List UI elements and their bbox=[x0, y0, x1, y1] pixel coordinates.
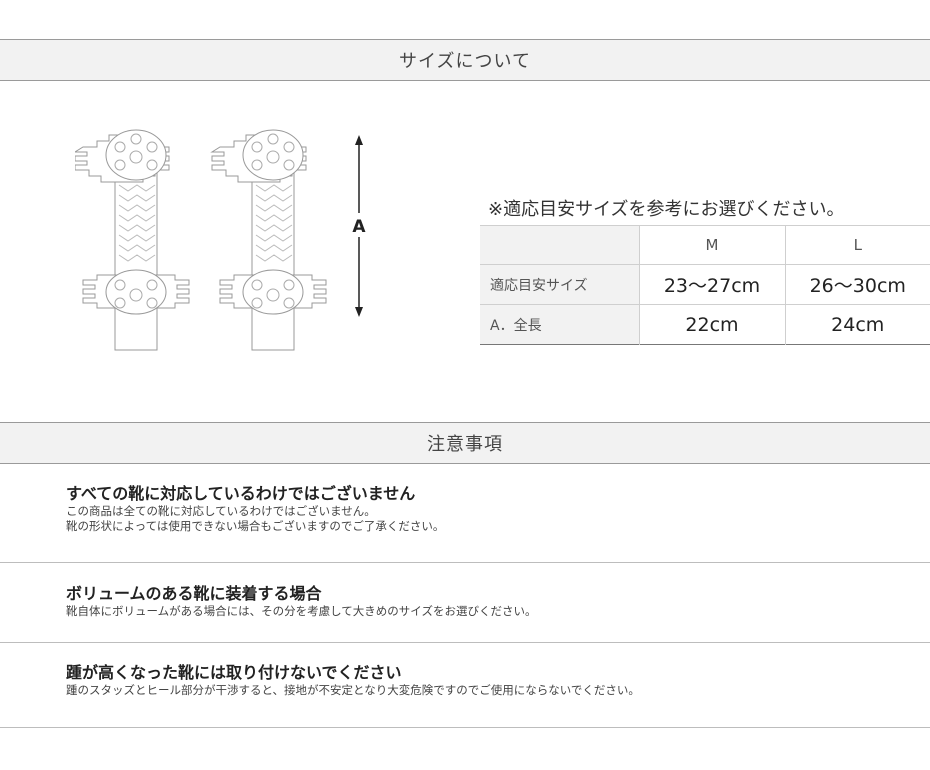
row-label-fit-size: 適応目安サイズ bbox=[480, 264, 639, 305]
note-heading: すべての靴に対応しているわけではございません bbox=[66, 484, 416, 503]
note-item: 踵が高くなった靴には取り付けないでください 踵のスタッズとヒール部分が干渉すると… bbox=[66, 663, 926, 698]
size-section-header: サイズについて bbox=[0, 39, 930, 81]
dimension-label: A bbox=[352, 217, 366, 237]
divider bbox=[0, 727, 930, 728]
size-table-title: ※適応目安サイズを参考にお選びください。 bbox=[488, 199, 845, 220]
length-m: 22cm bbox=[638, 304, 785, 345]
row-label-length: A．全長 bbox=[480, 304, 639, 345]
fit-size-l: 26〜30cm bbox=[784, 264, 930, 305]
note-text: 靴自体にボリュームがある場合には、その分を考慮して大きめのサイズをお選びください… bbox=[66, 604, 537, 618]
note-text: 靴の形状によっては使用できない場合もございますのでご了承ください。 bbox=[66, 519, 445, 533]
size-table-row: 適応目安サイズ 23〜27cm 26〜30cm bbox=[480, 264, 930, 305]
notes-section-header: 注意事項 bbox=[0, 422, 930, 464]
note-text: この商品は全ての靴に対応しているわけではございません。 bbox=[66, 504, 376, 518]
crampon-illustration: A bbox=[75, 129, 369, 351]
divider bbox=[0, 642, 930, 643]
size-table-header-row: M L bbox=[480, 225, 930, 265]
size-section-title: サイズについて bbox=[399, 51, 531, 72]
size-table-row: A．全長 22cm 24cm bbox=[480, 304, 930, 345]
size-table: M L 適応目安サイズ 23〜27cm 26〜30cm A．全長 22cm 24… bbox=[480, 225, 930, 345]
notes-section-title: 注意事項 bbox=[427, 434, 503, 455]
note-text: 踵のスタッズとヒール部分が干渉すると、接地が不安定となり大変危険ですのでご使用に… bbox=[66, 683, 640, 697]
note-item: すべての靴に対応しているわけではございません この商品は全ての靴に対応しているわ… bbox=[66, 484, 926, 534]
size-table-corner bbox=[480, 225, 639, 265]
length-l: 24cm bbox=[784, 304, 930, 345]
note-heading: 踵が高くなった靴には取り付けないでください bbox=[66, 663, 402, 682]
size-column-m: M bbox=[638, 225, 785, 265]
note-heading: ボリュームのある靴に装着する場合 bbox=[66, 584, 322, 603]
size-column-l: L bbox=[784, 225, 930, 265]
note-item: ボリュームのある靴に装着する場合 靴自体にボリュームがある場合には、その分を考慮… bbox=[66, 584, 926, 619]
divider bbox=[0, 562, 930, 563]
fit-size-m: 23〜27cm bbox=[638, 264, 785, 305]
